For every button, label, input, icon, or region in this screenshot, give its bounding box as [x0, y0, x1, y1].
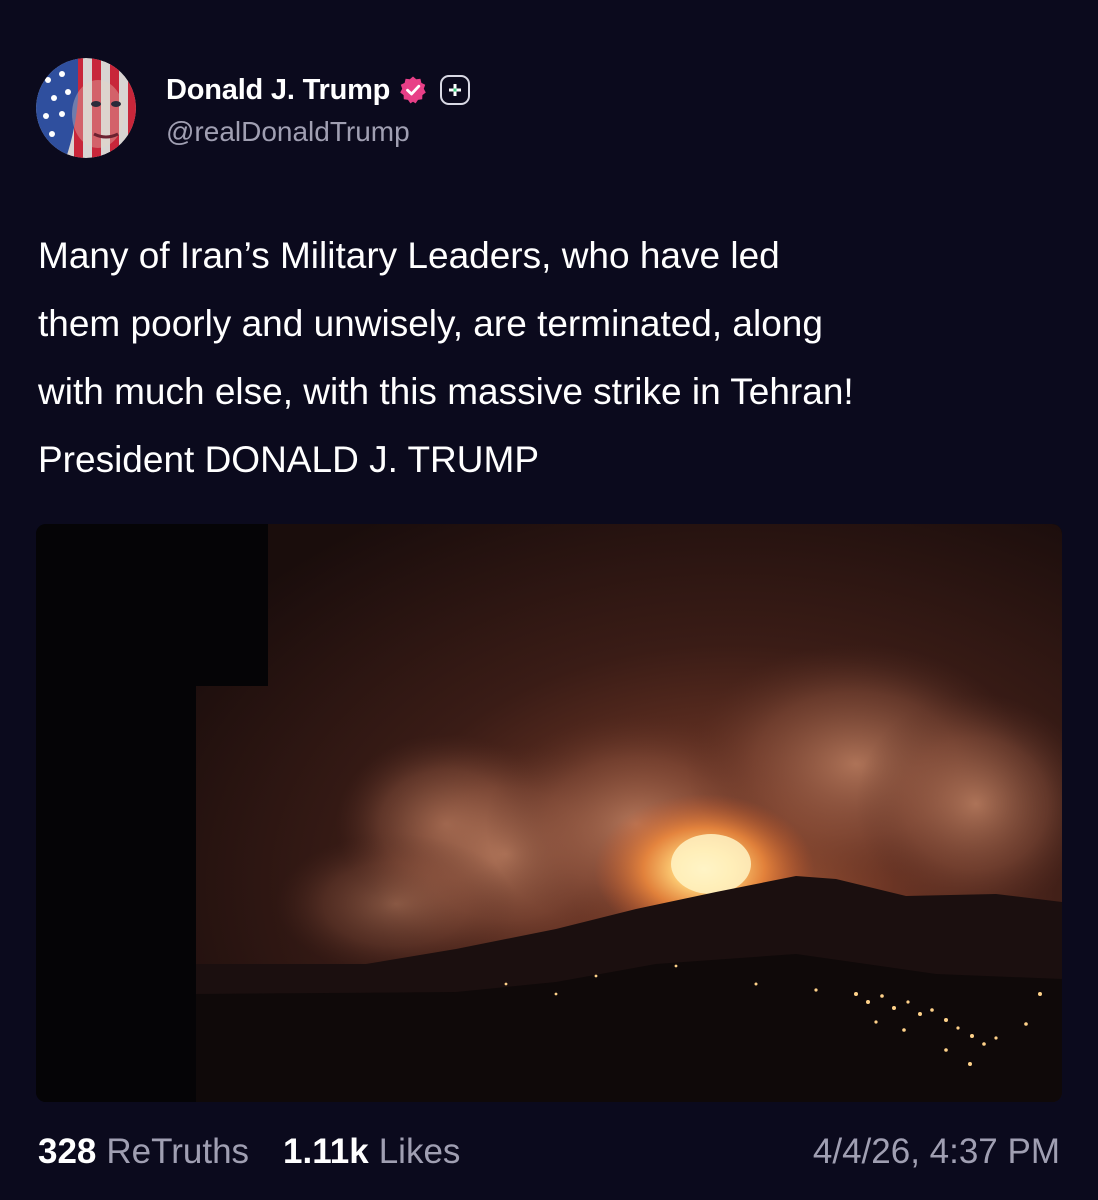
- author-handle[interactable]: @realDonaldTrump: [166, 116, 470, 148]
- post-media-image[interactable]: [36, 524, 1062, 1102]
- avatar-image: [36, 58, 136, 158]
- post-header: Donald J. Trump @realDonaldTrump: [36, 56, 471, 160]
- explosion-night-photo: [36, 524, 1062, 1102]
- follow-button[interactable]: [440, 75, 471, 105]
- post-text: Many of Iran’s Military Leaders, who hav…: [38, 222, 1068, 494]
- post-text-line: them poorly and unwisely, are terminated…: [38, 303, 823, 344]
- avatar[interactable]: [36, 58, 136, 158]
- post-timestamp[interactable]: 4/4/26, 4:37 PM: [813, 1132, 1060, 1172]
- post-text-line: President DONALD J. TRUMP: [38, 439, 539, 480]
- likes-stat[interactable]: 1.11k Likes: [283, 1132, 460, 1172]
- retruths-label: ReTruths: [106, 1132, 250, 1171]
- post-text-line: Many of Iran’s Military Leaders, who hav…: [38, 235, 780, 276]
- author-display-name[interactable]: Donald J. Trump: [166, 74, 390, 107]
- plus-icon: [449, 84, 462, 96]
- retruths-stat[interactable]: 328 ReTruths: [38, 1132, 249, 1172]
- post-text-line: with much else, with this massive strike…: [38, 371, 854, 412]
- retruths-count: 328: [38, 1132, 97, 1171]
- post-footer: 328 ReTruths 1.11k Likes 4/4/26, 4:37 PM: [38, 1124, 1060, 1180]
- author-identity: Donald J. Trump @realDonaldTrump: [166, 68, 471, 148]
- likes-count: 1.11k: [283, 1132, 369, 1171]
- likes-label: Likes: [378, 1132, 461, 1171]
- verified-badge-icon: [398, 75, 428, 105]
- name-row: Donald J. Trump: [166, 68, 471, 112]
- truth-post: Donald J. Trump @realDonaldTrump Many of…: [0, 0, 1098, 1200]
